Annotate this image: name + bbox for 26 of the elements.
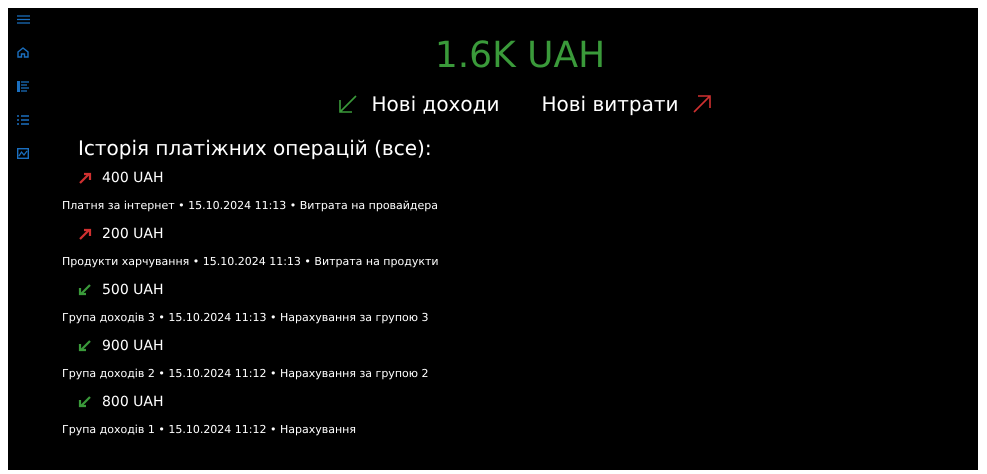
chart-icon[interactable] xyxy=(17,148,29,159)
arrow-down-left-icon xyxy=(338,94,358,114)
new-expense-button[interactable]: Нові витрати xyxy=(539,90,714,118)
arrow-down-left-icon xyxy=(78,284,92,296)
transaction-details: Група доходів 2 • 15.10.2024 11:12 • Нарахування за групою 2 xyxy=(62,366,430,382)
menu-icon[interactable] xyxy=(16,15,30,24)
transaction-details: Група доходів 1 • 15.10.2024 11:12 • Нарахування xyxy=(62,422,357,438)
amount: 400 UAH xyxy=(102,170,164,186)
arrow-down-left-icon xyxy=(78,340,92,352)
transaction-details: Продукти харчування • 15.10.2024 11:13 • Витрата на продукти xyxy=(62,254,440,270)
list-icon[interactable] xyxy=(17,81,29,92)
amount: 800 UAH xyxy=(102,394,164,410)
history-title: Історія платіжних операцій (все): xyxy=(78,136,433,160)
transaction-details: Група доходів 3 • 15.10.2024 11:13 • Нарахування за групою 3 xyxy=(62,310,430,326)
amount: 200 UAH xyxy=(102,226,164,242)
arrow-up-right-icon xyxy=(78,172,92,184)
balance: 1.6K UAH xyxy=(434,34,606,78)
arrow-down-left-icon xyxy=(78,396,92,408)
transaction-details: Платня за інтернет • 15.10.2024 11:13 • Витрата на провайдера xyxy=(62,198,440,214)
arrow-up-right-icon xyxy=(78,228,92,240)
arrow-up-right-icon xyxy=(692,94,712,114)
new-income-button[interactable]: Нові доходи xyxy=(336,90,502,118)
bulleted-list-icon[interactable] xyxy=(17,115,29,125)
amount: 500 UAH xyxy=(102,282,164,298)
amount: 900 UAH xyxy=(102,338,164,354)
home-icon[interactable] xyxy=(17,47,29,58)
